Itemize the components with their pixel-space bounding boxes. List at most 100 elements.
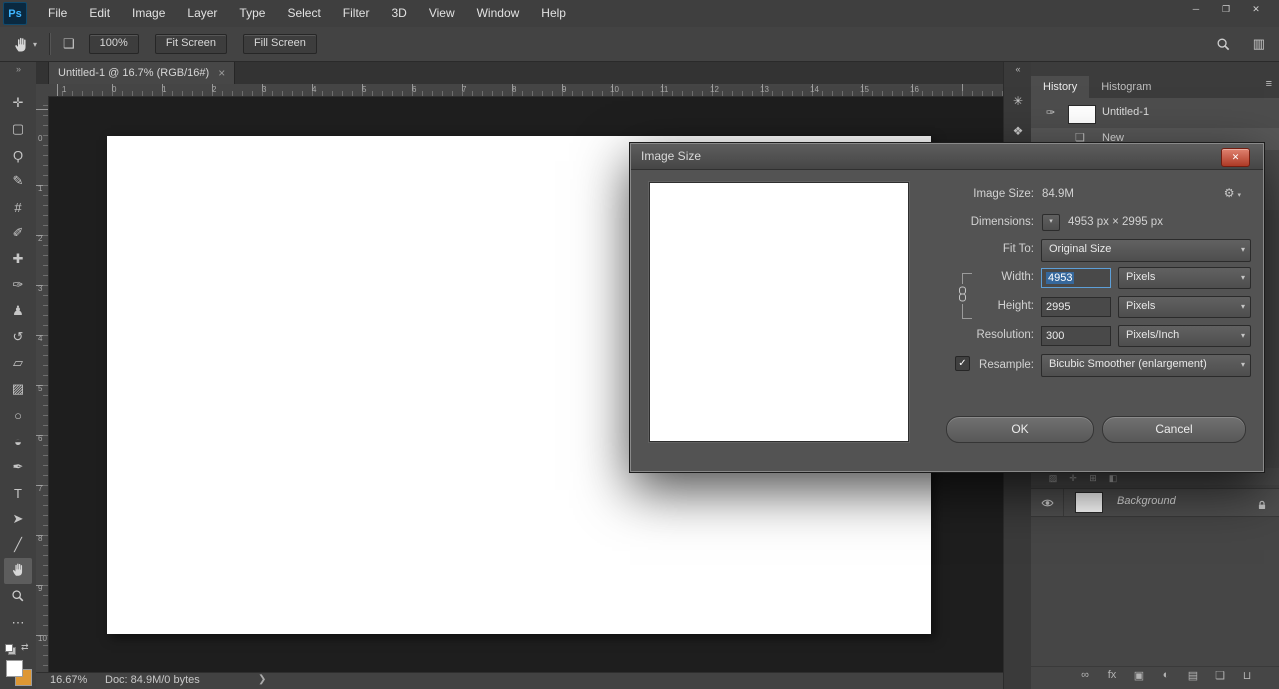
gradient-tool[interactable]: ▨ (4, 376, 32, 402)
path-selection-tool[interactable]: ➤ (4, 506, 32, 532)
status-options-icon[interactable]: ❯ (258, 674, 266, 685)
image-size-value: 84.9M (1042, 184, 1074, 204)
layer-style-icon[interactable]: fx (1104, 669, 1120, 689)
image-preview[interactable] (649, 182, 909, 442)
chevron-down-icon: ▾ (1241, 355, 1245, 374)
tab-history[interactable]: History (1031, 76, 1089, 98)
lock-option-icon[interactable]: ◧ (1103, 470, 1123, 487)
dialog-close-button[interactable]: ✕ (1221, 148, 1250, 167)
adjustment-layer-icon[interactable]: ◐ (1158, 669, 1174, 689)
image-size-label: Image Size: (871, 184, 1034, 204)
width-unit-select[interactable]: Pixels ▾ (1118, 267, 1251, 289)
width-value: 4953 (1046, 272, 1074, 284)
edit-toolbar-button[interactable]: ⋯ (4, 610, 32, 636)
lock-option-icon[interactable]: ⊞ (1083, 470, 1103, 487)
chevron-down-icon: ▾ (1241, 240, 1245, 259)
healing-brush-tool[interactable]: ✚ (4, 246, 32, 272)
history-brush-tool[interactable]: ↺ (4, 324, 32, 350)
eraser-tool[interactable]: ▱ (4, 350, 32, 376)
menu-window[interactable]: Window (466, 0, 531, 27)
tab-close-icon[interactable]: × (218, 66, 225, 80)
menu-image[interactable]: Image (121, 0, 176, 27)
lock-option-icon[interactable]: ✛ (1063, 470, 1083, 487)
layer-visibility-cell[interactable] (1031, 489, 1064, 516)
snapshot-label: Untitled-1 (1102, 106, 1149, 118)
hand-tool-icon[interactable]: ▾ (13, 36, 37, 53)
options-bar: ▾ ❑ 100% Fit Screen Fill Screen ▥ (0, 27, 1279, 62)
history-snapshot-row[interactable]: ✑ Untitled-1 (1031, 102, 1279, 126)
menu-edit[interactable]: Edit (78, 0, 121, 27)
fit-screen-button[interactable]: Fit Screen (155, 34, 227, 54)
resolution-input[interactable]: 300 (1041, 326, 1111, 346)
dodge-tool[interactable]: ◒ (4, 428, 32, 454)
resolution-unit-select[interactable]: Pixels/Inch ▾ (1118, 325, 1251, 347)
delete-layer-icon[interactable]: ⊔ (1239, 669, 1255, 689)
lasso-tool[interactable]: Ϙ (4, 142, 32, 168)
swap-colors-icon[interactable]: ⇄ (21, 642, 29, 653)
zoom-100-button[interactable]: 100% (89, 34, 139, 54)
zoom-level-field[interactable]: 16.67% (50, 674, 87, 686)
clone-stamp-tool[interactable]: ♟ (4, 298, 32, 324)
ok-button[interactable]: OK (946, 416, 1094, 443)
panel-menu-icon[interactable]: ≡ (1266, 78, 1272, 90)
type-tool[interactable]: T (4, 480, 32, 506)
toolbar-expander-icon[interactable]: » (0, 62, 36, 76)
gear-icon[interactable]: ⚙▾ (1224, 186, 1241, 200)
menu-layer[interactable]: Layer (176, 0, 228, 27)
crop-tool[interactable]: # (4, 194, 32, 220)
cancel-button[interactable]: Cancel (1102, 416, 1246, 443)
chevron-down-icon: ▾ (1241, 268, 1245, 287)
document-tab-title: Untitled-1 @ 16.7% (RGB/16#) (58, 67, 209, 79)
link-layers-icon[interactable]: ∞ (1077, 669, 1093, 689)
menu-filter[interactable]: Filter (332, 0, 381, 27)
move-tool[interactable]: ✛ (4, 90, 32, 116)
zoom-tool[interactable] (4, 584, 32, 610)
effects-panel-icon[interactable]: ✳ (1004, 86, 1032, 116)
layer-mask-icon[interactable]: ▣ (1131, 669, 1147, 689)
history-brush-source-icon[interactable]: ✑ (1046, 106, 1055, 119)
height-input[interactable]: 2995 (1041, 297, 1111, 317)
menu-view[interactable]: View (418, 0, 466, 27)
resample-method-select[interactable]: Bicubic Smoother (enlargement) ▾ (1041, 354, 1251, 377)
menu-type[interactable]: Type (228, 0, 276, 27)
marquee-tool[interactable]: ▢ (4, 116, 32, 142)
line-tool[interactable]: ╱ (4, 532, 32, 558)
layer-group-icon[interactable]: ▤ (1185, 669, 1201, 689)
eyedropper-tool[interactable]: ✐ (4, 220, 32, 246)
expand-panels-icon[interactable]: « (1004, 62, 1032, 76)
document-tab[interactable]: Untitled-1 @ 16.7% (RGB/16#) × (48, 62, 235, 84)
dimensions-dropdown[interactable]: ▾ (1042, 214, 1060, 231)
lock-option-icon[interactable]: ▨ (1043, 470, 1063, 487)
menu-select[interactable]: Select (276, 0, 331, 27)
menu-3d[interactable]: 3D (380, 0, 417, 27)
dialog-title-bar[interactable]: Image Size ✕ (631, 144, 1263, 170)
menu-help[interactable]: Help (530, 0, 577, 27)
quick-selection-tool[interactable]: ✎ (4, 168, 32, 194)
dimensions-value: 4953 px × 2995 px (1068, 212, 1163, 232)
menu-file[interactable]: File (37, 0, 78, 27)
fit-to-select[interactable]: Original Size ▾ (1041, 239, 1251, 262)
divider (49, 33, 51, 55)
styles-panel-icon[interactable]: ❖ (1004, 116, 1032, 146)
workspace-icon[interactable]: ▥ (1253, 36, 1265, 52)
foreground-color-swatch[interactable] (6, 660, 23, 677)
chevron-down-icon: ▾ (1241, 326, 1245, 345)
hand-tool[interactable] (4, 558, 32, 584)
arrange-documents-icon[interactable]: ❑ (63, 36, 75, 52)
restore-button[interactable]: ❐ (1211, 0, 1241, 18)
fill-screen-button[interactable]: Fill Screen (243, 34, 317, 54)
search-icon[interactable] (1216, 37, 1231, 52)
pen-tool[interactable]: ✒ (4, 454, 32, 480)
history-panel-tabs: History Histogram (1031, 76, 1279, 98)
minimize-button[interactable]: ─ (1181, 0, 1211, 18)
width-input[interactable]: 4953 (1041, 268, 1111, 288)
new-layer-icon[interactable]: ❏ (1212, 669, 1228, 689)
tab-histogram[interactable]: Histogram (1089, 76, 1163, 98)
default-colors-icon[interactable] (5, 644, 16, 655)
close-button[interactable]: ✕ (1241, 0, 1271, 18)
height-unit-select[interactable]: Pixels ▾ (1118, 296, 1251, 318)
layer-thumbnail[interactable] (1075, 492, 1103, 513)
blur-tool[interactable]: ○ (4, 402, 32, 428)
brush-tool[interactable]: ✑ (4, 272, 32, 298)
background-layer-row[interactable]: Background (1031, 488, 1279, 517)
